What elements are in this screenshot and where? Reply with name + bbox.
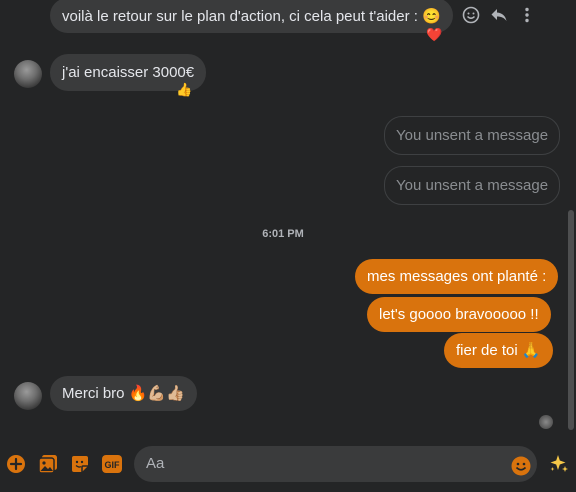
message-text: You unsent a message [396, 127, 549, 144]
sticker-icon[interactable] [69, 453, 91, 475]
gif-icon[interactable]: GIF [101, 453, 123, 475]
incoming-message[interactable]: Merci bro 🔥💪🏼👍🏼 [50, 376, 197, 411]
message-text: fier de toi 🙏 [456, 342, 541, 359]
message-text: mes messages ont planté : [367, 268, 547, 285]
message-reaction[interactable]: 👍 [176, 83, 192, 97]
seen-avatar [539, 415, 553, 429]
message-input[interactable]: Aa [134, 446, 537, 482]
incoming-message[interactable]: voilà le retour sur le plan d'action, ci… [50, 0, 453, 33]
scrollbar-thumb[interactable] [568, 210, 574, 430]
message-reaction[interactable]: ❤️ [426, 28, 442, 42]
plus-icon[interactable] [5, 453, 27, 475]
emoji-icon[interactable] [511, 454, 531, 476]
message-text: let's goooo bravooooo !! [379, 306, 539, 323]
more-icon[interactable] [516, 4, 538, 26]
message-list[interactable]: voilà le retour sur le plan d'action, ci… [0, 0, 566, 438]
outgoing-message[interactable]: let's goooo bravooooo !! [367, 297, 551, 332]
sparkle-icon[interactable] [548, 453, 570, 475]
avatar[interactable] [14, 60, 42, 88]
composer: GIF Aa [0, 440, 576, 492]
message-text: You unsent a message [396, 177, 549, 194]
avatar[interactable] [14, 382, 42, 410]
timestamp: 6:01 PM [262, 228, 304, 240]
smile-icon[interactable] [460, 4, 482, 26]
message-text: Merci bro 🔥💪🏼👍🏼 [62, 385, 185, 402]
unsent-message[interactable]: You unsent a message [384, 116, 561, 155]
unsent-message[interactable]: You unsent a message [384, 166, 561, 205]
message-text: j'ai encaisser 3000€ [62, 64, 195, 81]
reply-icon[interactable] [488, 4, 510, 26]
scrollbar[interactable] [566, 0, 576, 438]
message-text: voilà le retour sur le plan d'action, ci… [62, 8, 441, 25]
message-input-placeholder: Aa [146, 455, 165, 472]
outgoing-message[interactable]: fier de toi 🙏 [444, 333, 553, 368]
outgoing-message[interactable]: mes messages ont planté : [355, 259, 559, 294]
svg-text:GIF: GIF [105, 460, 121, 470]
image-icon[interactable] [37, 453, 59, 475]
